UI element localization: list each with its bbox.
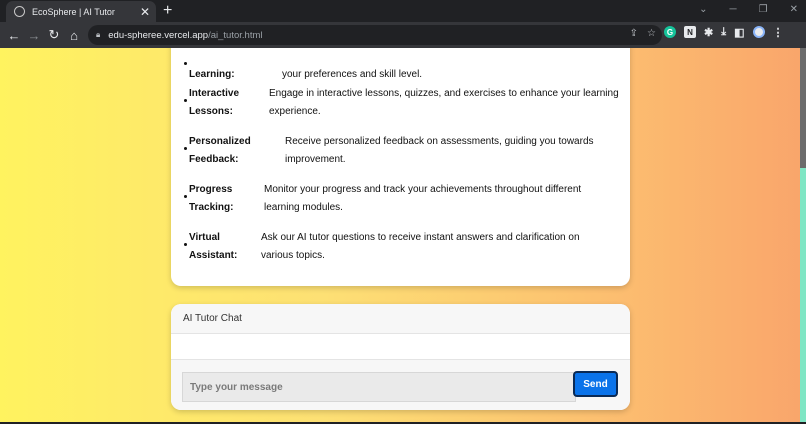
feature-name: Interactive Lessons: [189, 88, 240, 117]
extensions-bar: G N ✱ ⤓ ◧ ⋮ [664, 26, 784, 39]
bullet [184, 99, 187, 102]
close-window-icon[interactable]: ✕ [790, 3, 798, 17]
reload-icon[interactable]: ↻ [44, 27, 64, 43]
feature-description: your preferences and skill level. [282, 69, 423, 80]
page-viewport: Learning: your preferences and skill lev… [0, 48, 806, 424]
browser-tab[interactable]: EcoSphere | AI Tutor ✕ [6, 1, 156, 22]
close-tab-icon[interactable]: ✕ [140, 6, 150, 18]
restore-icon[interactable]: ❐ [759, 3, 768, 17]
bullet [184, 62, 187, 65]
chevron-down-icon[interactable]: ⌄ [699, 3, 707, 17]
feature-name: Personalized Feedback: [189, 136, 251, 165]
grammarly-extension-icon[interactable]: G [664, 26, 676, 38]
feature-description: Ask our AI tutor questions to receive in… [261, 232, 580, 261]
forward-arrow-icon[interactable]: → [24, 28, 44, 43]
feature-name: Virtual Assistant: [189, 232, 238, 261]
send-button[interactable]: Send [573, 371, 618, 397]
bullet [184, 195, 187, 198]
chat-messages-area [171, 334, 630, 359]
address-bar-actions: ⇪ ☆ [630, 28, 656, 39]
url-host: edu-spheree.vercel.app [108, 29, 209, 41]
tab-title: EcoSphere | AI Tutor [32, 6, 115, 17]
download-icon[interactable]: ⤓ [721, 26, 726, 38]
home-icon[interactable]: ⌂ [64, 28, 84, 43]
browser-toolbar: ← → ↻ ⌂ 🔒︎ edu-spheree.vercel.app /ai_tu… [0, 22, 806, 48]
new-tab-button[interactable]: + [163, 2, 172, 20]
window-controls: ⌄ ─ ❐ ✕ [699, 3, 798, 17]
features-card: Learning: your preferences and skill lev… [171, 48, 630, 286]
bullet [184, 147, 187, 150]
side-panel-icon[interactable]: ◧ [734, 26, 744, 39]
feature-description: Monitor your progress and track your ach… [264, 184, 582, 213]
browser-tabstrip: EcoSphere | AI Tutor ✕ + ⌄ ─ ❐ ✕ [0, 0, 806, 22]
puzzle-extensions-icon[interactable]: ✱ [704, 26, 713, 39]
chat-footer: Send [171, 359, 630, 410]
bookmark-star-icon[interactable]: ☆ [647, 28, 656, 39]
scrollbar[interactable] [800, 48, 806, 424]
share-icon[interactable]: ⇪ [630, 28, 638, 39]
chat-card: AI Tutor Chat Send [171, 304, 630, 410]
message-input[interactable] [182, 372, 576, 402]
chat-title: AI Tutor Chat [171, 304, 630, 334]
kebab-menu-icon[interactable]: ⋮ [773, 26, 784, 39]
globe-icon [14, 6, 25, 17]
back-arrow-icon[interactable]: ← [4, 28, 24, 43]
feature-name: Progress Tracking: [189, 184, 234, 213]
notion-extension-icon[interactable]: N [684, 26, 696, 38]
url-path: /ai_tutor.html [208, 29, 263, 41]
minimize-icon[interactable]: ─ [730, 3, 737, 17]
feature-description: Engage in interactive lessons, quizzes, … [269, 88, 619, 117]
address-bar[interactable]: 🔒︎ edu-spheree.vercel.app /ai_tutor.html… [88, 25, 662, 45]
lock-icon[interactable]: 🔒︎ [96, 30, 100, 40]
feature-description: Receive personalized feedback on assessm… [285, 136, 594, 165]
bullet [184, 243, 187, 246]
profile-avatar[interactable] [752, 26, 765, 38]
feature-name: Learning: [189, 69, 235, 80]
scrollbar-thumb[interactable] [800, 168, 806, 424]
